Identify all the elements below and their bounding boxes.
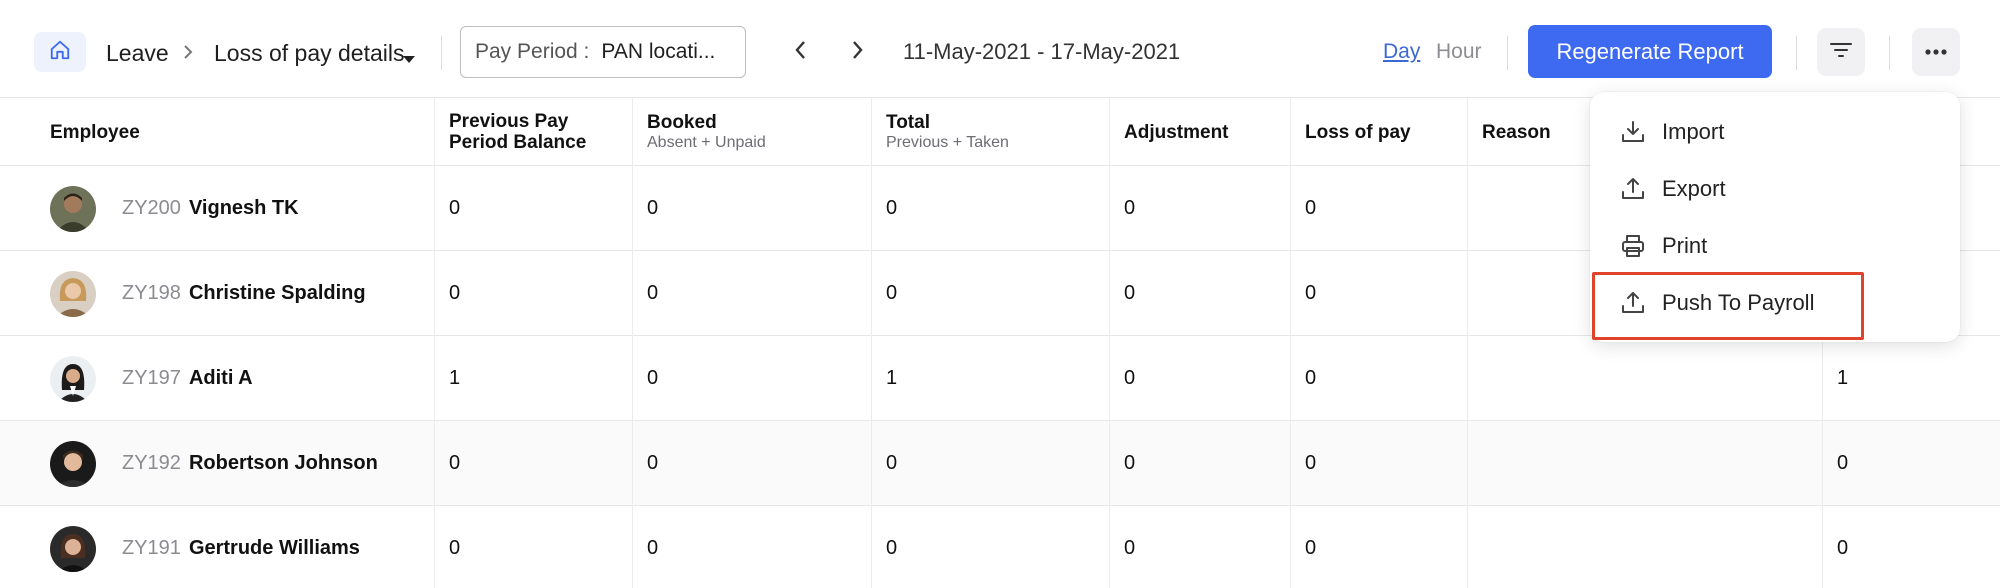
pay-period-label: Pay Period : bbox=[475, 40, 590, 63]
breadcrumb-leave[interactable]: Leave bbox=[106, 38, 169, 68]
employee-cell[interactable]: ZY191 Gertrude Williams bbox=[0, 506, 435, 588]
reason-cell bbox=[1468, 506, 1823, 588]
home-icon bbox=[49, 39, 71, 66]
divider bbox=[1796, 36, 1797, 70]
employee-id: ZY200 bbox=[122, 197, 181, 219]
employee-id: ZY198 bbox=[122, 282, 181, 304]
adjustment-cell: 0 bbox=[1110, 251, 1291, 336]
home-button[interactable] bbox=[34, 32, 86, 72]
divider bbox=[441, 36, 442, 70]
employee-id: ZY197 bbox=[122, 367, 181, 389]
booked-cell: 0 bbox=[633, 251, 872, 336]
loss-of-pay-cell: 0 bbox=[1291, 166, 1468, 251]
adjustment-cell: 0 bbox=[1110, 166, 1291, 251]
column-header-employee: Employee bbox=[0, 98, 435, 166]
view-mode-day[interactable]: Day bbox=[1383, 38, 1420, 66]
chevron-right-icon bbox=[849, 38, 865, 67]
column-header-adjustment: Adjustment bbox=[1110, 98, 1291, 166]
filter-button[interactable] bbox=[1817, 28, 1865, 76]
reason-cell bbox=[1468, 336, 1823, 421]
chevron-left-icon bbox=[793, 38, 809, 67]
pay-period-value: PAN locati... bbox=[601, 40, 716, 63]
print-icon bbox=[1618, 231, 1648, 261]
date-range: 11-May-2021 - 17-May-2021 bbox=[903, 39, 1181, 64]
push-icon bbox=[1618, 288, 1648, 318]
more-horizontal-icon bbox=[1924, 43, 1948, 61]
previous-balance-cell: 0 bbox=[435, 251, 633, 336]
booked-cell: 0 bbox=[633, 166, 872, 251]
extra-cell: 1 bbox=[1837, 367, 1849, 389]
top-bar: Leave Loss of pay details Pay Period : P… bbox=[0, 0, 2000, 98]
adjustment-cell: 0 bbox=[1110, 421, 1291, 506]
booked-cell: 0 bbox=[633, 421, 872, 506]
divider bbox=[1507, 36, 1508, 70]
column-header-booked: Booked Absent + Unpaid bbox=[633, 98, 872, 166]
menu-item-export[interactable]: Export bbox=[1618, 169, 1726, 209]
breadcrumb-chevron-icon bbox=[180, 40, 196, 69]
employee-id: ZY191 bbox=[122, 537, 181, 559]
breadcrumb-loss-of-pay[interactable]: Loss of pay details bbox=[214, 38, 405, 68]
total-cell: 0 bbox=[872, 251, 1110, 336]
extra-cell: 0 bbox=[1837, 452, 1849, 474]
extra-cell: 0 bbox=[1837, 537, 1849, 559]
menu-item-print[interactable]: Print bbox=[1618, 226, 1707, 266]
booked-cell: 0 bbox=[633, 336, 872, 421]
table-row[interactable]: ZY192 Robertson Johnson 0 0 0 0 0 0 bbox=[0, 421, 2000, 506]
adjustment-cell: 0 bbox=[1110, 506, 1291, 588]
column-header-loss-of-pay: Loss of pay bbox=[1291, 98, 1468, 166]
export-icon bbox=[1618, 174, 1648, 204]
reason-cell bbox=[1468, 421, 1823, 506]
divider bbox=[1889, 36, 1890, 70]
total-cell: 0 bbox=[872, 166, 1110, 251]
previous-period-button[interactable] bbox=[787, 38, 815, 66]
previous-balance-cell: 0 bbox=[435, 506, 633, 588]
avatar bbox=[50, 185, 96, 232]
menu-item-label: Export bbox=[1662, 176, 1726, 201]
booked-cell: 0 bbox=[633, 506, 872, 588]
employee-cell[interactable]: ZY198 Christine Spalding bbox=[0, 251, 435, 336]
column-header-total: Total Previous + Taken bbox=[872, 98, 1110, 166]
previous-balance-cell: 0 bbox=[435, 421, 633, 506]
employee-cell[interactable]: ZY192 Robertson Johnson bbox=[0, 421, 435, 506]
caret-down-icon[interactable] bbox=[402, 51, 416, 69]
total-cell: 1 bbox=[872, 336, 1110, 421]
avatar bbox=[50, 440, 96, 487]
more-options-button[interactable] bbox=[1912, 28, 1960, 76]
employee-name[interactable]: Gertrude Williams bbox=[189, 537, 360, 560]
avatar bbox=[50, 525, 96, 572]
pay-period-select[interactable]: Pay Period : PAN locati... bbox=[460, 26, 746, 78]
more-options-menu: Import Export Print Push To Payroll bbox=[1590, 92, 1960, 342]
next-period-button[interactable] bbox=[843, 38, 871, 66]
avatar bbox=[50, 270, 96, 317]
menu-item-label: Push To Payroll bbox=[1662, 290, 1815, 315]
regenerate-report-button[interactable]: Regenerate Report bbox=[1528, 25, 1772, 78]
loss-of-pay-cell: 0 bbox=[1291, 251, 1468, 336]
import-icon bbox=[1618, 117, 1648, 147]
loss-of-pay-cell: 0 bbox=[1291, 421, 1468, 506]
menu-item-push-to-payroll[interactable]: Push To Payroll bbox=[1618, 283, 1814, 323]
total-cell: 0 bbox=[872, 421, 1110, 506]
previous-balance-cell: 0 bbox=[435, 166, 633, 251]
employee-name[interactable]: Robertson Johnson bbox=[189, 452, 378, 475]
menu-item-import[interactable]: Import bbox=[1618, 112, 1724, 152]
total-cell: 0 bbox=[872, 506, 1110, 588]
employee-name[interactable]: Vignesh TK bbox=[189, 197, 299, 220]
column-header-previous-balance: Previous Pay Period Balance bbox=[435, 98, 633, 166]
table-row[interactable]: ZY197 Aditi A 1 0 1 0 0 1 bbox=[0, 336, 2000, 421]
adjustment-cell: 0 bbox=[1110, 336, 1291, 421]
menu-item-label: Print bbox=[1662, 233, 1708, 258]
employee-name[interactable]: Aditi A bbox=[189, 367, 253, 390]
employee-name[interactable]: Christine Spalding bbox=[189, 282, 366, 305]
menu-item-label: Import bbox=[1662, 119, 1725, 144]
employee-id: ZY192 bbox=[122, 452, 181, 474]
employee-cell[interactable]: ZY197 Aditi A bbox=[0, 336, 435, 421]
previous-balance-cell: 1 bbox=[435, 336, 633, 421]
loss-of-pay-cell: 0 bbox=[1291, 336, 1468, 421]
employee-cell[interactable]: ZY200 Vignesh TK bbox=[0, 166, 435, 251]
filter-icon bbox=[1829, 40, 1853, 65]
table-row[interactable]: ZY191 Gertrude Williams 0 0 0 0 0 0 bbox=[0, 506, 2000, 588]
loss-of-pay-cell: 0 bbox=[1291, 506, 1468, 588]
view-mode-hour[interactable]: Hour bbox=[1436, 38, 1482, 66]
avatar bbox=[50, 355, 96, 402]
